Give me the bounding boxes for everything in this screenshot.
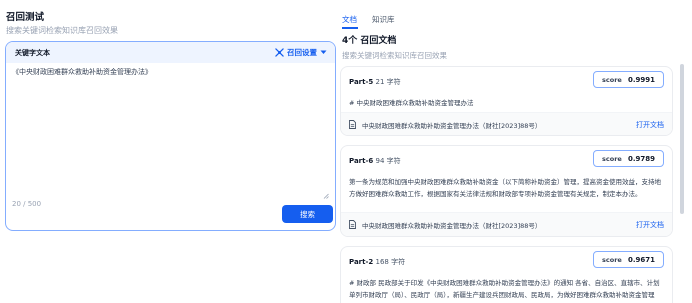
result-card[interactable]: Part-6 94 字符 score 0.9789 第一条为规范和加强中央财政困… <box>340 145 673 237</box>
source-document-name: 中央财政困难群众救助补助资金管理办法（财社[2023]88号） <box>362 121 542 130</box>
source-document-name: 中央财政困难群众救助补助资金管理办法（财社[2023]88号） <box>362 221 542 230</box>
result-header: Part-5 21 字符 <box>349 77 401 87</box>
resize-grip-icon[interactable] <box>323 193 329 199</box>
score-label: score <box>602 255 622 264</box>
page-subtitle: 搜索关键词检索知识库召回效果 <box>6 26 118 35</box>
query-card: 关键字文本 召回设置 《中央财政困难群众救助补助资金管理办法》 20 / 500… <box>5 41 336 231</box>
result-part: Part-6 <box>349 157 374 165</box>
result-char-count: 21 字符 <box>375 78 401 86</box>
open-document-link[interactable]: 打开文档 <box>636 220 664 230</box>
result-header: Part-6 94 字符 <box>349 156 401 166</box>
page-title: 召回测试 <box>6 12 45 23</box>
result-content: # 财政部 民政部关于印发《中央财政困难群众救助补助资金管理办法》的通知 各省、… <box>349 279 660 299</box>
tab-documents[interactable]: 文档 <box>342 14 357 25</box>
results-title: 4个 召回文档 <box>342 36 397 46</box>
result-part: Part-2 <box>349 258 374 266</box>
query-header: 关键字文本 召回设置 <box>6 42 335 63</box>
result-card[interactable]: Part-5 21 字符 score 0.9991 # 中央财政困难群众救助补助… <box>340 66 673 136</box>
score-badge: score 0.9671 <box>593 251 664 268</box>
result-card[interactable]: Part-2 168 字符 score 0.9671 # 财政部 民政部关于印发… <box>340 246 673 303</box>
result-content: # 中央财政困难群众救助补助资金管理办法 <box>349 99 474 107</box>
document-icon <box>349 220 356 229</box>
result-char-count: 168 字符 <box>375 258 406 266</box>
result-char-count: 94 字符 <box>375 157 401 165</box>
score-value: 0.9991 <box>627 75 655 84</box>
score-value: 0.9671 <box>627 255 655 264</box>
score-badge: score 0.9789 <box>593 150 664 167</box>
open-document-link[interactable]: 打开文档 <box>636 120 664 130</box>
score-badge: score 0.9991 <box>593 71 664 88</box>
result-header: Part-2 168 字符 <box>349 257 405 267</box>
results-subtitle: 搜索关键词检索知识库召回效果 <box>342 51 447 60</box>
document-icon <box>349 120 356 129</box>
source-row: 中央财政困难群众救助补助资金管理办法（财社[2023]88号） 打开文档 <box>341 112 672 135</box>
retrieval-settings-button[interactable]: 召回设置 <box>275 47 327 58</box>
settings-icon <box>275 48 284 57</box>
results-scrollbar[interactable] <box>680 64 684 214</box>
score-label: score <box>602 75 622 84</box>
char-count: 20 / 500 <box>12 200 42 208</box>
result-part: Part-5 <box>349 78 374 86</box>
result-content: 第一条为规范和加强中央财政困难群众救助补助资金（以下简称补助资金）管理，提高资金… <box>349 178 661 198</box>
score-label: score <box>602 154 622 163</box>
query-textarea[interactable]: 《中央财政困难群众救助补助资金管理办法》 <box>12 67 330 77</box>
tab-active-indicator <box>342 27 358 29</box>
retrieval-settings-label: 召回设置 <box>287 48 317 57</box>
source-row: 中央财政困难群众救助补助资金管理办法（财社[2023]88号） 打开文档 <box>341 212 672 236</box>
query-header-title: 关键字文本 <box>15 48 50 57</box>
tab-knowledge-base[interactable]: 知识库 <box>372 14 395 25</box>
score-value: 0.9789 <box>627 154 655 163</box>
chevron-down-icon <box>320 50 327 54</box>
tab-bar: 文档 知识库 <box>342 14 395 25</box>
search-button[interactable]: 搜索 <box>282 205 333 223</box>
